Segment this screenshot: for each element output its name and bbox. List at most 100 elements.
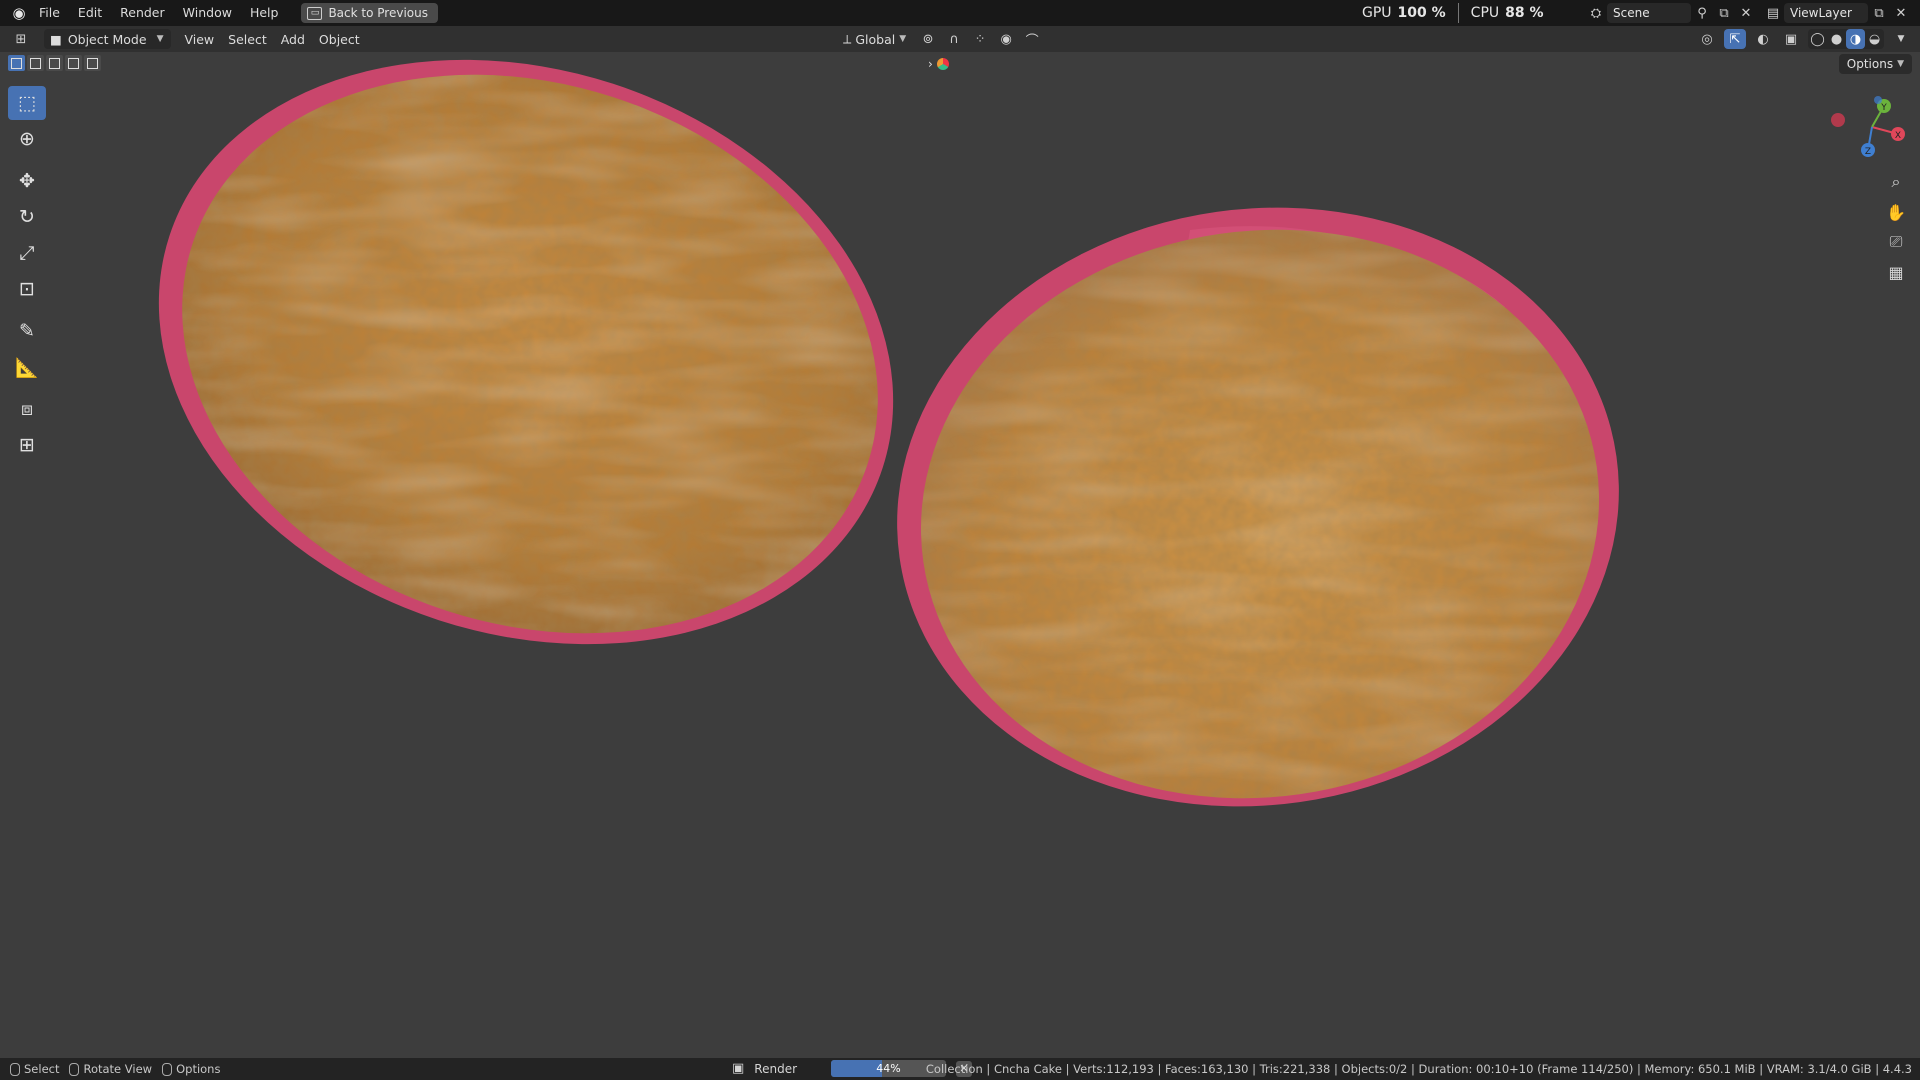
menu-render[interactable]: Render — [111, 2, 174, 24]
menu-view[interactable]: View — [177, 29, 221, 49]
pivot-point-icon[interactable]: ⊚ — [917, 29, 939, 49]
rotate-tool-icon[interactable]: ↻ — [8, 200, 46, 234]
transform-orientation-dropdown[interactable]: ⟂ Global ▼ — [836, 29, 913, 49]
gpu-value: 100 % — [1397, 5, 1446, 21]
back-to-previous-button[interactable]: ▭ Back to Previous — [301, 3, 438, 23]
measure-tool-icon[interactable]: 📐 — [8, 350, 46, 384]
wireframe-shading-icon[interactable]: ◯ — [1808, 29, 1827, 49]
menu-file[interactable]: File — [30, 2, 69, 24]
menu-help[interactable]: Help — [241, 2, 288, 24]
chevron-down-icon: ▼ — [156, 34, 164, 44]
status-select: Select — [10, 1062, 59, 1076]
orientation-label: Global — [855, 31, 896, 47]
delete-view-layer-icon[interactable]: ✕ — [1890, 3, 1912, 23]
shading-modes: ◯ ● ◑ ◒ — [1808, 29, 1884, 49]
axis-y-label: Y — [1880, 103, 1887, 113]
back-to-previous-label: Back to Previous — [328, 6, 428, 20]
menu-object[interactable]: Object — [312, 29, 367, 49]
add-object-tool-icon[interactable]: ⊞ — [8, 428, 46, 462]
viewport-canvas[interactable] — [0, 52, 1920, 1058]
mode-label: Object Mode — [67, 31, 147, 47]
chevron-down-icon[interactable]: ▼ — [1890, 29, 1912, 49]
transform-tool-icon[interactable]: ⊡ — [8, 272, 46, 306]
zoom-icon[interactable]: ⌕ — [1882, 168, 1910, 196]
viewport-center-toggle[interactable]: › — [928, 54, 949, 74]
select-subtract-icon[interactable] — [46, 55, 63, 71]
cursor-tool-icon[interactable]: ⊕ — [8, 122, 46, 156]
proportional-editing-icon[interactable]: ◉ — [995, 29, 1017, 49]
render-job-label: Render — [754, 1061, 798, 1076]
menu-select[interactable]: Select — [221, 29, 274, 49]
select-invert-icon[interactable] — [65, 55, 82, 71]
scene-name-field[interactable]: Scene — [1607, 3, 1691, 23]
tool-shelf: ⬚ ⊕ ✥ ↻ ⤢ ⊡ ✎ 📐 ⧈ ⊞ — [8, 86, 46, 464]
view-layer-name: ViewLayer — [1790, 6, 1852, 20]
select-extend-icon[interactable] — [27, 55, 44, 71]
cpu-value: 88 % — [1505, 5, 1544, 21]
scene-name: Scene — [1613, 6, 1650, 20]
axis-neg-x-icon[interactable] — [1831, 113, 1845, 127]
snap-magnet-icon[interactable]: ∩ — [943, 29, 965, 49]
status-rotate-label: Rotate View — [83, 1062, 153, 1076]
pan-hand-icon[interactable]: ✋ — [1882, 198, 1910, 226]
editor-type-icon[interactable]: ⊞ — [10, 29, 32, 49]
new-view-layer-icon[interactable]: ⧉ — [1868, 3, 1890, 23]
material-preview-shading-icon[interactable]: ◑ — [1846, 29, 1865, 49]
visibility-eye-icon[interactable]: ◎ — [1696, 29, 1718, 49]
cake-half-left[interactable] — [82, 52, 970, 736]
orientation-icon: ⟂ — [843, 31, 852, 46]
snap-target-icon[interactable]: ⁘ — [969, 29, 991, 49]
overlays-icon[interactable]: ◐ — [1752, 29, 1774, 49]
chevron-right-icon: › — [928, 57, 933, 71]
scene-selector: ⛭ Scene ⚲ ⧉ ✕ — [1585, 2, 1760, 24]
viewport-header: ⊞ ■ Object Mode ▼ View Select Add Object… — [0, 26, 1920, 52]
selection-modes — [8, 55, 101, 71]
gpu-label: GPU — [1362, 5, 1392, 21]
rendered-shading-icon[interactable]: ◒ — [1865, 29, 1884, 49]
menu-add[interactable]: Add — [274, 29, 312, 49]
status-rotate-view: Rotate View — [69, 1062, 152, 1076]
solid-shading-icon[interactable]: ● — [1827, 29, 1846, 49]
status-options: Options — [162, 1062, 220, 1076]
new-scene-icon[interactable]: ⧉ — [1713, 3, 1735, 23]
mouse-right-icon — [162, 1062, 173, 1076]
transform-tools: ⟂ Global ▼ ⊚ ∩ ⁘ ◉ ⌒ — [836, 29, 1043, 49]
mode-dropdown[interactable]: ■ Object Mode ▼ — [44, 29, 172, 49]
gizmo-color-icon — [936, 58, 949, 70]
menu-window[interactable]: Window — [174, 2, 241, 24]
view-navigation-buttons: ⌕ ✋ ⎚ ▦ — [1882, 168, 1910, 288]
chevron-down-icon: ▼ — [1897, 59, 1904, 69]
cake-half-right[interactable] — [858, 162, 1658, 853]
move-tool-icon[interactable]: ✥ — [8, 164, 46, 198]
orthographic-grid-icon[interactable]: ▦ — [1882, 258, 1910, 286]
mouse-middle-icon — [69, 1062, 80, 1076]
navigation-gizmo[interactable]: X Y Z — [1826, 92, 1916, 162]
viewport-display-controls: ◎ ⇱ ◐ ▣ ◯ ● ◑ ◒ ▼ — [1696, 29, 1912, 49]
options-label: Options — [1846, 57, 1894, 71]
render-job-icon: ▣ — [732, 1061, 745, 1076]
add-cube-tool-icon[interactable]: ⧈ — [8, 392, 46, 426]
scene-icon[interactable]: ⛭ — [1585, 3, 1607, 23]
delete-scene-icon[interactable]: ✕ — [1735, 3, 1757, 23]
view-layer-icon[interactable]: ▤ — [1762, 3, 1784, 23]
options-dropdown[interactable]: Options ▼ — [1838, 54, 1912, 74]
select-new-icon[interactable] — [8, 55, 25, 71]
screen-icon: ▭ — [307, 6, 323, 20]
select-intersect-icon[interactable] — [84, 55, 101, 71]
scene-statistics: Collection | Cncha Cake | Verts:112,193 … — [925, 1062, 1912, 1076]
xray-icon[interactable]: ▣ — [1780, 29, 1802, 49]
axis-z-label: Z — [1865, 147, 1871, 157]
status-options-label: Options — [176, 1062, 221, 1076]
falloff-icon[interactable]: ⌒ — [1021, 29, 1043, 49]
camera-view-icon[interactable]: ⎚ — [1882, 228, 1910, 256]
scale-tool-icon[interactable]: ⤢ — [8, 236, 46, 270]
gizmo-toggle-icon[interactable]: ⇱ — [1724, 29, 1746, 49]
menu-edit[interactable]: Edit — [69, 2, 111, 24]
view-layer-field[interactable]: ViewLayer — [1784, 3, 1868, 23]
axis-x-label: X — [1895, 131, 1901, 141]
pin-icon[interactable]: ⚲ — [1691, 3, 1713, 23]
annotate-tool-icon[interactable]: ✎ — [8, 314, 46, 348]
select-box-tool-icon[interactable]: ⬚ — [8, 86, 46, 120]
performance-readout: GPU 100 % CPU 88 % — [1362, 0, 1544, 26]
blender-logo-icon[interactable]: ◉ — [8, 2, 30, 24]
